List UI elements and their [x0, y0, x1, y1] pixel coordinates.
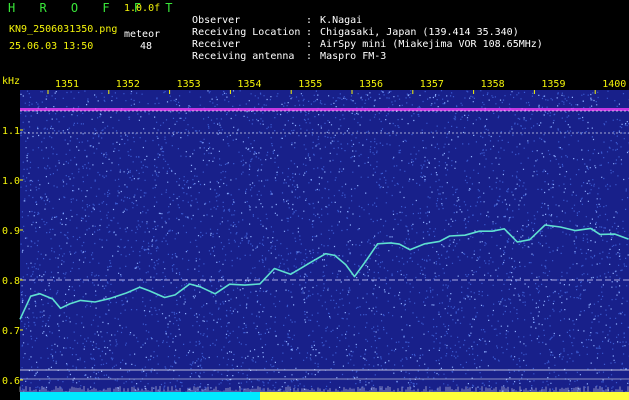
- level-bar-cyan: [20, 392, 260, 400]
- file-name: KN9_2506031350.png: [9, 24, 118, 35]
- x-tick-label: 1357: [420, 79, 444, 90]
- meteor-label: meteor: [124, 29, 161, 40]
- x-tick-label: 1359: [541, 79, 565, 90]
- y-tick-label: 1.1: [2, 126, 20, 137]
- x-tick-label: 1353: [177, 79, 201, 90]
- y-tick-label: 0.8: [2, 276, 20, 287]
- x-tick-label: 1351: [55, 79, 79, 90]
- x-tick-label: 1354: [237, 79, 261, 90]
- hrofft-window: { "app": { "title": "H R O F F T", "vers…: [0, 0, 629, 400]
- date-time: 25.06.03 13:50: [9, 41, 94, 52]
- y-tick-label: 0.6: [2, 376, 20, 387]
- meteor-count: 48: [140, 41, 153, 52]
- info-value: Maspro FM-3: [320, 51, 387, 62]
- x-tick-label: 1400: [602, 79, 626, 90]
- version-label: 1.0.0f: [124, 3, 161, 14]
- info-row-antenna: Receiving antenna: Maspro FM-3: [180, 39, 386, 63]
- x-tick-label: 1352: [116, 79, 140, 90]
- level-bar-yellow: [260, 392, 629, 400]
- spectrogram: 1.1 1.0 0.9 0.8 0.7 0.6 1351 1352 1353 1354 1355 13…: [2, 79, 629, 400]
- info-key: Receiving antenna: [192, 51, 295, 62]
- y-tick-label: 0.9: [2, 226, 20, 237]
- noise-background: [20, 90, 629, 400]
- x-tick-label: 1355: [298, 79, 322, 90]
- x-tick-label: 1358: [481, 79, 505, 90]
- y-tick-label: 1.0: [2, 176, 20, 187]
- y-tick-label: 0.7: [2, 326, 20, 337]
- info-separator: :: [306, 51, 313, 62]
- x-tick-label: 1356: [359, 79, 383, 90]
